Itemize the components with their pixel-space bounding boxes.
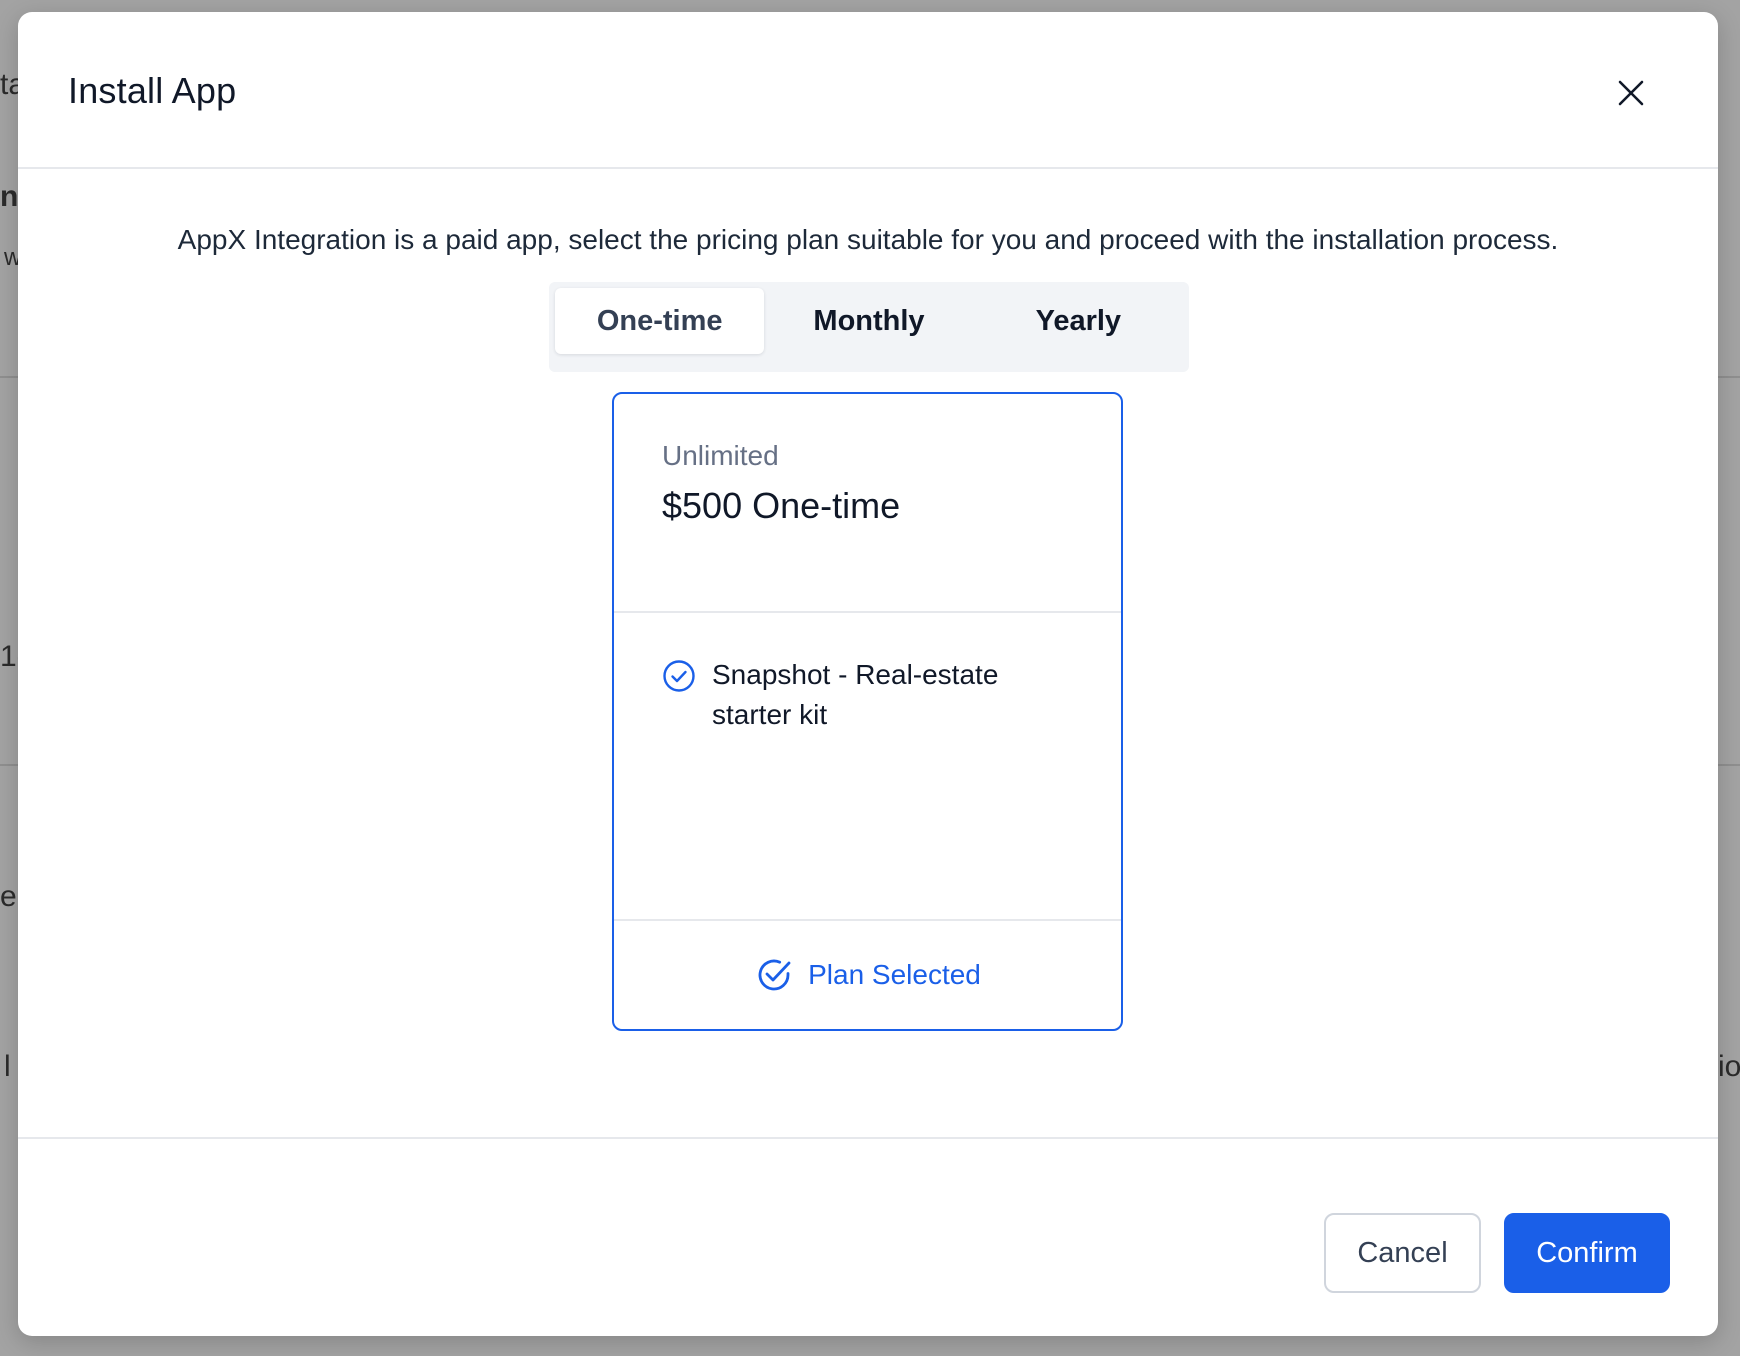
tab-monthly[interactable]: Monthly: [764, 288, 973, 354]
background-text-fragment: l: [4, 1050, 11, 1083]
feature-text: Snapshot - Real-estate starter kit: [712, 659, 999, 730]
billing-tabs: One-time Monthly Yearly: [549, 282, 1189, 372]
confirm-button[interactable]: Confirm: [1504, 1213, 1670, 1293]
plan-price: $500 One-time: [662, 485, 901, 526]
plan-name: Unlimited: [662, 440, 779, 471]
close-button[interactable]: [1606, 68, 1656, 118]
cancel-button[interactable]: Cancel: [1324, 1213, 1481, 1293]
tab-one-time[interactable]: One-time: [555, 288, 765, 354]
check-circle-icon: [663, 660, 695, 692]
plan-card-header: Unlimited $500 One-time: [614, 394, 1121, 613]
modal-description: AppX Integration is a paid app, select t…: [177, 224, 1559, 255]
plan-selected-label: Plan Selected: [808, 959, 981, 990]
modal-header: Install App: [18, 12, 1718, 169]
plan-card[interactable]: Unlimited $500 One-time Snapshot - Real-…: [612, 392, 1123, 1031]
install-app-modal: Install App AppX Integration is a paid a…: [18, 12, 1718, 1336]
plan-features: Snapshot - Real-estate starter kit: [614, 613, 1121, 921]
modal-title: Install App: [68, 70, 237, 111]
tab-yearly[interactable]: Yearly: [974, 288, 1183, 354]
close-icon: [1618, 80, 1644, 106]
background-text-fragment: io: [1718, 1050, 1740, 1083]
list-item: Snapshot - Real-estate starter kit: [662, 655, 1052, 735]
footer-divider: [18, 1137, 1718, 1139]
background-text-fragment: e: [0, 880, 17, 913]
plan-selected-button[interactable]: Plan Selected: [614, 921, 1121, 1029]
check-circle-icon: [758, 959, 791, 991]
